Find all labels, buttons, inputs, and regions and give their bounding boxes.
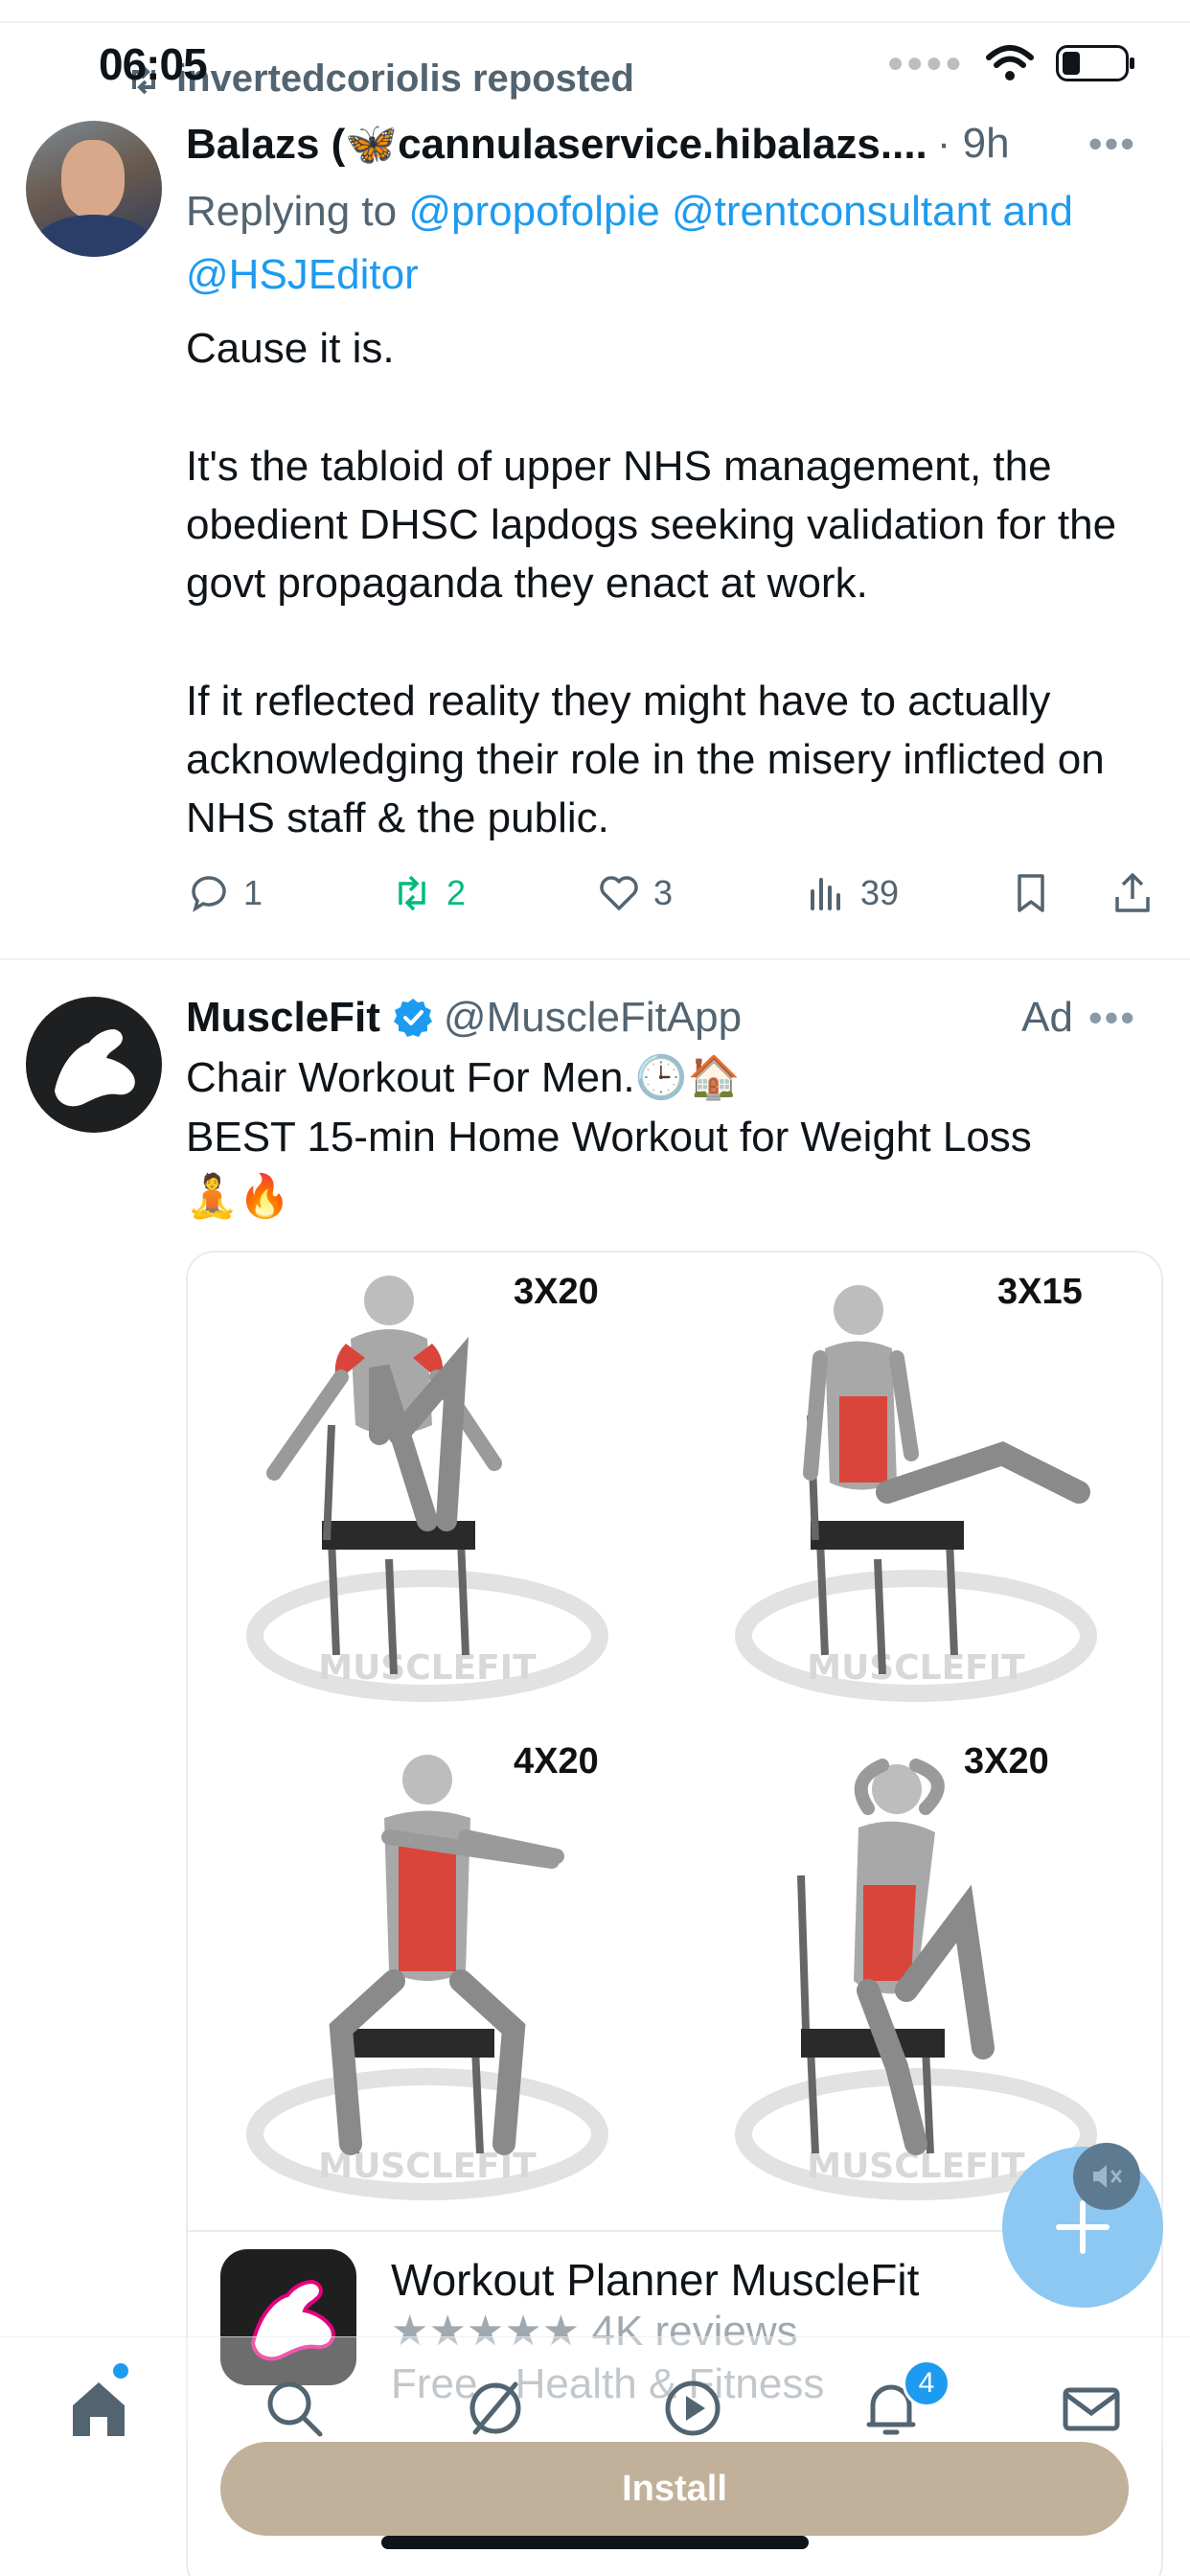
mention-link[interactable]: @trentconsultant <box>672 188 991 235</box>
app-title: Workout Planner MuscleFit <box>391 2255 920 2305</box>
tweet-divider <box>0 958 1190 960</box>
svg-text:MUSCLEFIT: MUSCLEFIT <box>807 1648 1025 1688</box>
exercise-illustration: MUSCLEFIT 3X20 <box>188 1253 676 1741</box>
exercise-illustration: MUSCLEFIT 3X15 <box>676 1253 1161 1741</box>
repost-icon <box>399 875 425 911</box>
install-button[interactable]: Install <box>220 2442 1129 2536</box>
tweet-text: It's the tabloid of upper NHS management… <box>186 443 1117 607</box>
avatar[interactable] <box>26 121 162 257</box>
tweet-header: Balazs (🦋cannulaservice.hibalazs.... · 9… <box>186 115 1163 172</box>
advertiser-name[interactable]: MuscleFit <box>186 994 380 1042</box>
mail-icon <box>1063 2387 1120 2431</box>
status-icons: ●●●● <box>886 44 1134 82</box>
nav-videos[interactable] <box>659 2375 726 2442</box>
search-icon <box>267 2381 323 2437</box>
nav-messages[interactable] <box>1058 2375 1125 2442</box>
tweet-actions: 1 2 3 39 <box>186 870 1167 924</box>
grok-icon <box>469 2381 521 2435</box>
ad-header: MuscleFit @MuscleFitApp Ad ••• <box>186 989 1163 1046</box>
views-button[interactable]: 39 <box>803 870 899 916</box>
reply-and: and <box>1002 188 1073 235</box>
advertiser-handle[interactable]: @MuscleFitApp <box>444 994 742 1042</box>
share-icon <box>1115 873 1150 912</box>
nav-search[interactable] <box>261 2375 328 2442</box>
ad-text-line: Chair Workout For Men.🕒🏠 <box>186 1054 741 1101</box>
tweet-text: Cause it is. <box>186 325 395 372</box>
ad-label: Ad <box>1021 994 1073 1041</box>
ad-text-line: BEST 15-min Home Workout for Weight Loss <box>186 1114 1032 1161</box>
reply-count: 1 <box>243 873 263 912</box>
bottom-navigation <box>0 2336 1190 2442</box>
home-indicator <box>381 2536 809 2549</box>
tweet-text: If it reflected reality they might have … <box>186 678 1105 841</box>
exercise-image-grid[interactable]: MUSCLEFIT 3X20 MUSCLEFIT 3X15 MUSCLEFIT … <box>188 1253 1161 2230</box>
repost-label: invertedcoriolis reposted <box>176 58 634 100</box>
svg-text:MUSCLEFIT: MUSCLEFIT <box>318 1648 537 1688</box>
more-options-icon[interactable]: ••• <box>1088 121 1136 167</box>
mention-link[interactable]: @propofolpie <box>408 188 659 235</box>
speaker-muted-icon <box>1093 2165 1122 2188</box>
home-icon <box>73 2382 125 2436</box>
repost-count: 2 <box>446 873 467 912</box>
heart-icon <box>600 876 638 910</box>
ad-text-line: 🧘🔥 <box>186 1173 291 1220</box>
wifi-icon <box>986 45 1034 80</box>
more-options-icon[interactable]: ••• <box>1088 995 1136 1041</box>
notifications-badge: 4 <box>903 2359 950 2407</box>
avatar[interactable] <box>26 997 162 1133</box>
bookmark-icon <box>1018 874 1044 912</box>
like-count: 3 <box>653 873 674 912</box>
mute-button[interactable] <box>1073 2143 1140 2210</box>
views-count: 39 <box>860 873 900 912</box>
exercise-reps: 3X20 <box>514 1272 599 1312</box>
play-icon <box>665 2380 721 2436</box>
mention-link[interactable]: @HSJEditor <box>186 251 419 298</box>
verified-badge-icon <box>393 999 432 1037</box>
nav-grok[interactable] <box>462 2375 529 2442</box>
tweet-time: · 9h <box>936 120 1010 167</box>
exercise-illustration: MUSCLEFIT 4X20 <box>188 1741 676 2230</box>
repost-button[interactable]: 2 <box>389 870 466 916</box>
reply-context: Replying to @propofolpie @trentconsultan… <box>186 180 1173 307</box>
reply-button[interactable]: 1 <box>186 870 263 916</box>
status-time: 06:05 <box>99 39 208 89</box>
exercise-reps: 4X20 <box>514 1741 599 1782</box>
share-button[interactable] <box>1110 870 1156 916</box>
top-divider <box>0 21 1190 23</box>
ad-text: Chair Workout For Men.🕒🏠 BEST 15-min Hom… <box>186 1048 1173 1227</box>
nav-home[interactable] <box>65 2375 132 2442</box>
reply-prefix: Replying to <box>186 188 398 235</box>
bookmark-button[interactable] <box>1008 870 1054 916</box>
reply-icon <box>192 876 226 912</box>
exercise-reps: 3X15 <box>997 1272 1083 1312</box>
author-name[interactable]: Balazs (🦋cannulaservice.hibalazs.... <box>186 119 927 169</box>
battery-icon <box>1056 45 1134 81</box>
cellular-signal-icon: ●●●● <box>886 47 964 79</box>
like-button[interactable]: 3 <box>596 870 673 916</box>
musclefit-logo-icon <box>55 1029 135 1107</box>
analytics-icon <box>811 878 840 910</box>
exercise-reps: 3X20 <box>964 1741 1049 1782</box>
